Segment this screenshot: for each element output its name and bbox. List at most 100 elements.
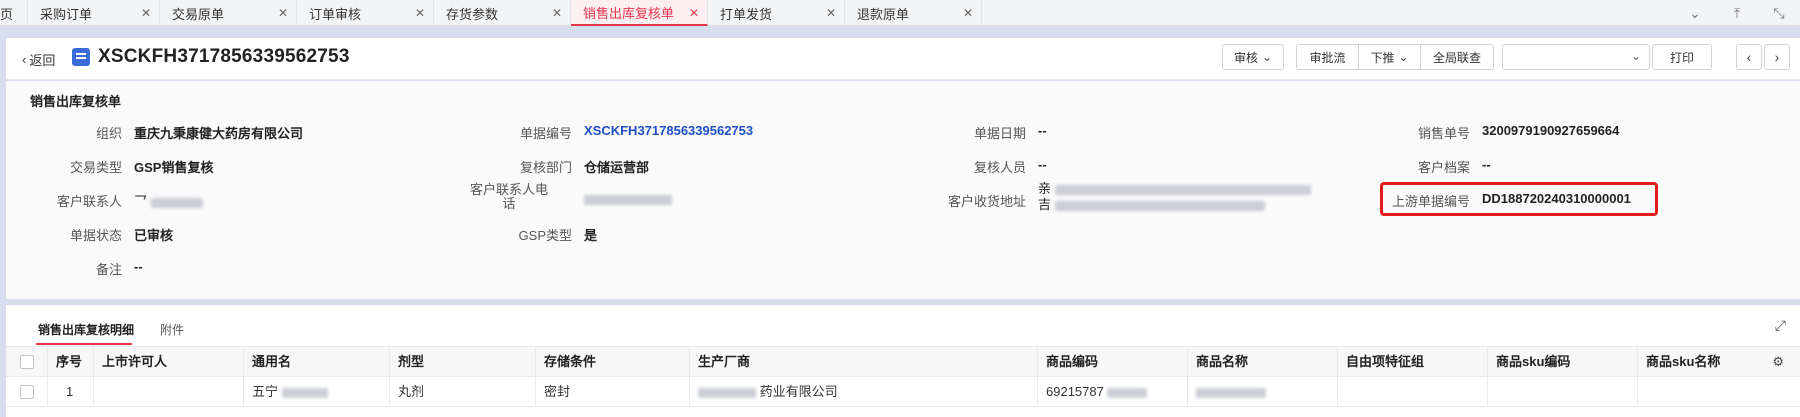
address-line2-text: 吉 [1038,197,1052,212]
tab-purchase-order[interactable]: 采购订单 ✕ [28,0,160,26]
redacted-text [698,387,756,398]
redacted-text [1054,184,1311,195]
field-label: 客户档案 [1417,160,1470,175]
back-label: 返回 [29,53,56,68]
address-line1-text: 亲 [1038,181,1052,196]
approval-flow-button[interactable]: 审批流 [1297,45,1359,69]
column-header[interactable]: 上市许可人 [94,347,244,377]
column-header[interactable]: 生产厂商 [690,347,1038,377]
chevron-right-icon: › [1774,49,1780,65]
column-settings-icon[interactable]: ⚙ [1772,347,1784,377]
expand-icon[interactable]: ⤢ [1775,317,1786,334]
document-header: ‹ 返回 XSCKFH3717856339562753 审核 ⌄ 审批流 下推 … [6,38,1800,80]
table-row[interactable]: 1 五宁 丸剂 密封 药业有限公司 69215787 [6,377,1800,407]
chevron-down-icon: ⌄ [1261,50,1273,64]
column-header[interactable]: 存储条件 [536,347,690,377]
column-header[interactable]: 通用名 [244,347,390,377]
cell-no: 1 [48,377,94,407]
field-org: 组织 重庆九秉康健大药房有限公司 [6,123,446,143]
redacted-text [1054,200,1265,211]
maker-name: 药业有限公司 [759,384,838,399]
field-review-dept: 复核部门 仓储运营部 [446,157,886,177]
audit-button[interactable]: 审核 ⌄ [1222,44,1284,70]
column-header[interactable]: 序号 [48,347,94,377]
close-icon[interactable]: ✕ [415,6,425,20]
global-link-button[interactable]: 全局联查 [1421,45,1493,69]
tab-label: 存货参数 [446,6,499,22]
field-label: 客户联系人电 话 [446,183,572,211]
next-record-button[interactable]: › [1764,44,1790,70]
field-value: 是 [584,228,598,243]
row-checkbox[interactable] [20,385,34,399]
tab-trade-original[interactable]: 交易原单 ✕ [160,0,297,26]
column-header[interactable]: 商品sku名称 [1638,347,1768,377]
tab-print-ship[interactable]: 打单发货 ✕ [708,0,845,26]
redacted-text [1107,387,1148,398]
select-all-checkbox[interactable] [20,355,34,369]
push-down-button[interactable]: 下推 ⌄ [1359,45,1421,69]
field-label-line2: 话 [502,196,516,211]
tab-sales-outbound-review[interactable]: 销售出库复核单 ✕ [571,0,708,26]
approval-flow-label: 审批流 [1309,50,1346,65]
tab-refund-original[interactable]: 退款原单 ✕ [845,0,982,26]
print-button[interactable]: 打印 [1652,44,1712,70]
global-link-label: 全局联查 [1432,50,1481,65]
close-icon[interactable]: ✕ [141,6,151,20]
chevron-down-icon[interactable]: ⌄ [1674,5,1716,22]
cell-generic: 五宁 [244,377,390,407]
field-value: -- [1482,157,1491,172]
close-icon[interactable]: ✕ [826,6,836,20]
tab-detail-lines[interactable]: 销售出库复核明细 [38,321,134,338]
field-label: 复核人员 [973,160,1026,175]
doc-number-link[interactable]: XSCKFH3717856339562753 [584,123,753,138]
field-value: 3200979190927659664 [1482,123,1620,138]
column-header[interactable]: 自由项特征组 [1338,347,1488,377]
tab-attachments[interactable]: 附件 [160,321,184,338]
row-select[interactable] [6,377,48,407]
tab-label: 退款原单 [857,6,910,22]
redacted-text [281,387,328,398]
chevron-left-icon: ‹ [22,52,27,67]
prev-record-button[interactable]: ‹ [1736,44,1762,70]
field-label: 单据编号 [519,126,572,141]
close-icon[interactable]: ✕ [278,6,288,20]
field-gsp-type: GSP类型 是 [446,225,886,245]
field-value: -- [1038,123,1047,138]
redacted-text [1196,387,1266,398]
back-button[interactable]: ‹ 返回 [22,50,55,69]
tab-inventory-params[interactable]: 存货参数 ✕ [434,0,571,26]
chevron-left-icon: ‹ [1746,49,1752,65]
document-icon [72,48,90,66]
chevron-down-icon: ⌄ [1630,49,1641,63]
field-value [584,191,672,206]
field-value: -- [1038,157,1047,172]
header-select-all[interactable] [6,347,48,377]
close-icon[interactable]: ✕ [963,6,973,20]
header-form: 销售出库复核单 组织 重庆九秉康健大药房有限公司 单据编号 XSCKFH3717… [6,81,1800,299]
tab-order-audit[interactable]: 订单审核 ✕ [297,0,434,26]
upload-icon[interactable]: ⤒ [1716,5,1758,22]
column-header[interactable]: 剂型 [390,347,536,377]
redacted-text [150,197,203,208]
field-label: 客户联系人 [56,194,122,209]
field-remark: 备注 -- [6,259,446,279]
field-label: 单据日期 [973,126,1026,141]
field-label: 组织 [95,126,122,141]
close-icon[interactable]: ✕ [552,6,562,20]
column-header[interactable]: 商品名称 [1188,347,1338,377]
tab-partial[interactable]: 页 [0,0,28,26]
column-header[interactable]: 商品编码 [1038,347,1188,377]
field-reviewer: 复核人员 -- [886,157,1326,177]
field-contact-phone: 客户联系人电 话 [446,183,886,217]
field-value: 已审核 [134,228,174,243]
field-contact: 客户联系人 乛 [6,191,446,211]
field-label: 备注 [95,262,122,277]
column-header[interactable]: 商品sku编码 [1488,347,1638,377]
field-value: 重庆九秉康健大药房有限公司 [134,126,304,141]
shrink-icon[interactable]: ⤡ [1758,5,1800,22]
tab-label: 页 [0,6,14,22]
active-tab-indicator [36,343,132,345]
close-icon[interactable]: ✕ [689,6,699,20]
address-line1: 亲 [1038,181,1311,197]
print-template-select[interactable]: ⌄ [1502,44,1650,70]
